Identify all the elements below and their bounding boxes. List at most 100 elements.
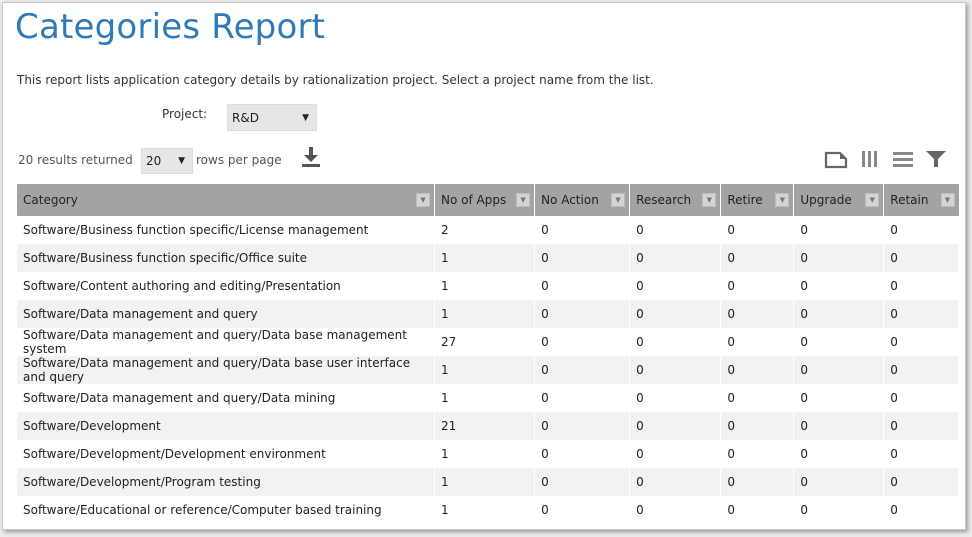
table-row[interactable]: Software/Business function specific/Offi… bbox=[17, 244, 959, 272]
count-cell: 0 bbox=[720, 356, 795, 384]
rows-per-page-select[interactable]: 20 ▼ bbox=[141, 148, 193, 174]
column-filter-icon[interactable]: ▼ bbox=[775, 193, 790, 207]
count-cell: 0 bbox=[793, 412, 885, 440]
count-cell: 0 bbox=[629, 468, 722, 496]
count-cell: 1 bbox=[434, 272, 536, 300]
table-row[interactable]: Software/Data management and query 1 0 0 0 0 0 bbox=[17, 300, 959, 328]
count-cell: 0 bbox=[883, 440, 959, 468]
category-cell: Software/Data management and query bbox=[17, 300, 436, 328]
count-cell: 1 bbox=[434, 300, 536, 328]
table-row[interactable]: Software/Data management and query/Data … bbox=[17, 384, 959, 412]
count-cell: 0 bbox=[629, 496, 722, 524]
count-cell: 1 bbox=[434, 384, 536, 412]
column-header-retain[interactable]: Retain ▼ bbox=[883, 184, 959, 216]
download-icon[interactable] bbox=[301, 146, 321, 168]
category-cell: Software/Content authoring and editing/P… bbox=[17, 272, 436, 300]
count-cell: 0 bbox=[793, 496, 885, 524]
table-body: Software/Business function specific/Lice… bbox=[17, 216, 959, 524]
column-header-research[interactable]: Research ▼ bbox=[629, 184, 722, 216]
column-filter-icon[interactable]: ▼ bbox=[611, 193, 626, 207]
column-header-category[interactable]: Category ▼ bbox=[17, 184, 436, 216]
count-cell: 0 bbox=[883, 356, 959, 384]
count-cell: 0 bbox=[629, 244, 722, 272]
count-cell: 0 bbox=[534, 328, 631, 356]
count-cell: 0 bbox=[883, 244, 959, 272]
rows-per-page-label: rows per page bbox=[196, 153, 282, 167]
project-label: Project: bbox=[162, 107, 208, 121]
count-cell: 0 bbox=[629, 412, 722, 440]
count-cell: 0 bbox=[534, 216, 631, 244]
count-cell: 0 bbox=[720, 440, 795, 468]
columns-icon[interactable] bbox=[860, 149, 880, 169]
count-cell: 27 bbox=[434, 328, 536, 356]
count-cell: 0 bbox=[793, 328, 885, 356]
project-select-value: R&D bbox=[232, 110, 259, 125]
table-header-row: Category ▼ No of Apps ▼ No Action ▼ Research ▼ R… bbox=[17, 184, 959, 216]
column-header-label: No Action bbox=[541, 193, 599, 207]
count-cell: 0 bbox=[720, 272, 795, 300]
project-select[interactable]: R&D ▼ bbox=[227, 104, 317, 131]
category-cell: Software/Business function specific/Offi… bbox=[17, 244, 436, 272]
table-row[interactable]: Software/Development 21 0 0 0 0 0 bbox=[17, 412, 959, 440]
category-cell: Software/Educational or reference/Comput… bbox=[17, 496, 436, 524]
table-row[interactable]: Software/Data management and query/Data … bbox=[17, 328, 959, 356]
count-cell: 0 bbox=[883, 412, 959, 440]
column-filter-icon[interactable]: ▼ bbox=[702, 193, 717, 207]
table-row[interactable]: Software/Business function specific/Lice… bbox=[17, 216, 959, 244]
count-cell: 0 bbox=[883, 468, 959, 496]
category-cell: Software/Development/Development environ… bbox=[17, 440, 436, 468]
count-cell: 0 bbox=[793, 356, 885, 384]
column-filter-icon[interactable]: ▼ bbox=[416, 193, 431, 207]
column-header-label: Retain bbox=[890, 193, 929, 207]
report-description: This report lists application category d… bbox=[17, 73, 654, 87]
count-cell: 0 bbox=[883, 496, 959, 524]
count-cell: 0 bbox=[793, 384, 885, 412]
count-cell: 0 bbox=[629, 328, 722, 356]
export-icon[interactable] bbox=[824, 149, 848, 169]
column-filter-icon[interactable]: ▼ bbox=[865, 193, 880, 207]
count-cell: 0 bbox=[534, 356, 631, 384]
table-row[interactable]: Software/Data management and query/Data … bbox=[17, 356, 959, 384]
column-filter-icon[interactable]: ▼ bbox=[516, 193, 531, 207]
count-cell: 0 bbox=[629, 300, 722, 328]
count-cell: 0 bbox=[793, 440, 885, 468]
count-cell: 0 bbox=[883, 328, 959, 356]
count-cell: 0 bbox=[720, 216, 795, 244]
count-cell: 21 bbox=[434, 412, 536, 440]
count-cell: 0 bbox=[534, 244, 631, 272]
page-title: Categories Report bbox=[15, 7, 326, 47]
column-header-no-action[interactable]: No Action ▼ bbox=[534, 184, 631, 216]
column-filter-icon[interactable]: ▼ bbox=[940, 193, 955, 207]
count-cell: 0 bbox=[534, 272, 631, 300]
table-row[interactable]: Software/Development/Development environ… bbox=[17, 440, 959, 468]
count-cell: 0 bbox=[793, 244, 885, 272]
column-header-no-of-apps[interactable]: No of Apps ▼ bbox=[434, 184, 536, 216]
count-cell: 1 bbox=[434, 244, 536, 272]
count-cell: 1 bbox=[434, 468, 536, 496]
count-cell: 0 bbox=[629, 384, 722, 412]
category-cell: Software/Data management and query/Data … bbox=[17, 328, 436, 356]
count-cell: 0 bbox=[720, 468, 795, 496]
category-cell: Software/Data management and query/Data … bbox=[17, 356, 436, 384]
count-cell: 0 bbox=[720, 496, 795, 524]
rows-icon[interactable] bbox=[891, 149, 915, 169]
table-row[interactable]: Software/Educational or reference/Comput… bbox=[17, 496, 959, 524]
count-cell: 0 bbox=[793, 300, 885, 328]
count-cell: 0 bbox=[534, 300, 631, 328]
report-page: Categories Report This report lists appl… bbox=[2, 2, 966, 530]
count-cell: 0 bbox=[629, 272, 722, 300]
count-cell: 0 bbox=[883, 216, 959, 244]
table-row[interactable]: Software/Content authoring and editing/P… bbox=[17, 272, 959, 300]
column-header-retire[interactable]: Retire ▼ bbox=[720, 184, 795, 216]
count-cell: 0 bbox=[720, 328, 795, 356]
table-row[interactable]: Software/Development/Program testing 1 0 0 0… bbox=[17, 468, 959, 496]
count-cell: 1 bbox=[434, 356, 536, 384]
column-header-upgrade[interactable]: Upgrade ▼ bbox=[793, 184, 885, 216]
category-cell: Software/Development/Program testing bbox=[17, 468, 436, 496]
count-cell: 0 bbox=[629, 440, 722, 468]
column-header-label: No of Apps bbox=[441, 193, 507, 207]
filter-icon[interactable] bbox=[925, 149, 947, 169]
column-header-label: Research bbox=[636, 193, 692, 207]
count-cell: 0 bbox=[793, 272, 885, 300]
count-cell: 0 bbox=[883, 272, 959, 300]
